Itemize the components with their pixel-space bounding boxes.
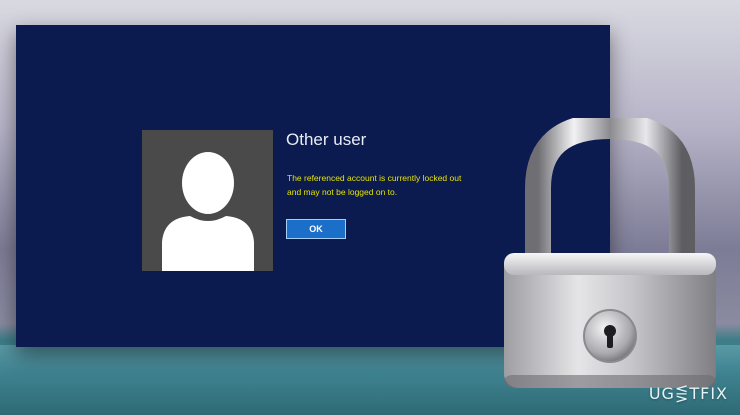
- dialog-title: Other user: [286, 130, 367, 149]
- user-avatar: [142, 130, 273, 271]
- user-silhouette-icon: [162, 152, 254, 271]
- ok-button[interactable]: OK: [286, 219, 346, 239]
- dialog-message-line: The referenced account is currently lock…: [287, 173, 462, 183]
- background-scene: Other user The referenced account is cur…: [0, 0, 740, 415]
- watermark-logo: UG⋚TFIX: [648, 384, 728, 403]
- padlock-icon: [504, 118, 716, 388]
- dialog-message: The referenced account is currently lock…: [287, 171, 517, 199]
- dialog-message-line: and may not be logged on to.: [287, 187, 398, 197]
